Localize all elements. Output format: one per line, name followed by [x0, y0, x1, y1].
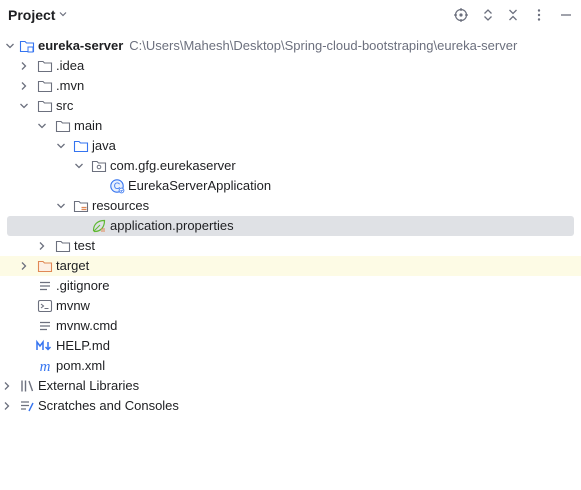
tree-node-label: HELP.md [56, 338, 110, 353]
minimize-icon[interactable] [558, 7, 574, 23]
tree-node-package[interactable]: com.gfg.eurekaserver [0, 156, 581, 176]
tree-node-label: com.gfg.eurekaserver [110, 158, 236, 173]
tree-node-label: main [74, 118, 103, 133]
tree-node-label: src [56, 98, 74, 113]
tree-node-label: External Libraries [38, 378, 140, 393]
tree-node-label: eureka-server C:\Users\Mahesh\Desktop\Spr… [38, 38, 517, 54]
tree-node-label: java [92, 138, 116, 153]
tree-node-target[interactable]: target [0, 256, 581, 276]
module-folder-icon [19, 40, 35, 53]
chevron-right-icon[interactable] [1, 380, 13, 392]
tree-node-root[interactable]: eureka-server C:\Users\Mahesh\Desktop\Spr… [0, 36, 581, 56]
tree-node-mvnw-cmd[interactable]: mvnw.cmd [0, 316, 581, 336]
libraries-icon [21, 380, 34, 392]
project-toolwindow-header: Project [0, 0, 581, 32]
chevron-right-icon[interactable] [1, 400, 13, 412]
tree-node-src[interactable]: src [0, 96, 581, 116]
chevron-down-icon[interactable] [4, 40, 16, 52]
tree-node-label: mvnw.cmd [56, 318, 118, 333]
tree-node-java[interactable]: java [0, 136, 581, 156]
tree-node-mvnw[interactable]: mvnw [0, 296, 581, 316]
tree-node-gitignore[interactable]: .gitignore [0, 276, 581, 296]
chevron-right-icon[interactable] [18, 60, 30, 72]
tree-node-help-md[interactable]: HELP.md [0, 336, 581, 356]
shell-script-icon [37, 299, 53, 313]
tree-node-idea[interactable]: .idea [0, 56, 581, 76]
maven-icon: m [40, 359, 51, 374]
package-icon [91, 160, 107, 173]
tree-node-pom[interactable]: m pom.xml [0, 356, 581, 376]
tree-node-label: Scratches and Consoles [38, 398, 179, 413]
tree-node-external-libraries[interactable]: External Libraries [0, 376, 581, 396]
text-file-icon [40, 281, 50, 291]
tree-node-label: pom.xml [56, 358, 106, 373]
svg-text:m: m [40, 359, 51, 374]
tree-node-label: .gitignore [56, 278, 110, 293]
expand-collapse-icon[interactable] [480, 7, 496, 23]
tree-node-mvn[interactable]: .mvn [0, 76, 581, 96]
chevron-down-icon[interactable] [18, 100, 30, 112]
source-folder-icon [73, 140, 89, 153]
folder-icon [55, 120, 71, 133]
folder-icon [55, 240, 71, 253]
tree-node-label: mvnw [56, 298, 90, 313]
chevron-down-icon[interactable] [55, 140, 67, 152]
folder-icon [37, 80, 53, 93]
tree-node-main[interactable]: main [0, 116, 581, 136]
tree-node-app-properties[interactable]: application.properties [0, 216, 581, 236]
folder-icon [37, 100, 53, 113]
tree-node-label: .mvn [56, 78, 85, 93]
project-tree: eureka-server C:\Users\Mahesh\Desktop\Spr… [0, 36, 581, 416]
spring-properties-icon [92, 219, 106, 233]
chevron-down-icon[interactable] [73, 160, 85, 172]
tree-node-label: application.properties [110, 218, 234, 233]
text-file-icon [40, 321, 50, 331]
locate-icon[interactable] [453, 7, 469, 23]
tree-node-label: resources [92, 198, 150, 213]
resources-folder-icon [73, 200, 89, 213]
chevron-right-icon[interactable] [36, 240, 48, 252]
tree-node-label: target [56, 258, 90, 273]
folder-icon [37, 60, 53, 73]
root-project-path: C:\Users\Mahesh\Desktop\Spring-cloud-boo… [129, 38, 518, 53]
tree-node-label: EurekaServerApplication [128, 178, 272, 193]
chevron-right-icon[interactable] [18, 80, 30, 92]
tree-node-scratches[interactable]: Scratches and Consoles [0, 396, 581, 416]
root-project-name: eureka-server [38, 38, 124, 53]
chevron-down-icon[interactable] [55, 200, 67, 212]
excluded-folder-icon [37, 260, 53, 273]
tree-node-resources[interactable]: resources [0, 196, 581, 216]
collapse-all-icon[interactable] [505, 7, 521, 23]
more-options-icon[interactable] [531, 7, 547, 23]
tree-node-label: test [74, 238, 95, 253]
chevron-right-icon[interactable] [18, 260, 30, 272]
panel-title[interactable]: Project [8, 7, 55, 23]
spring-boot-class-icon: C [110, 179, 125, 194]
tree-node-test[interactable]: test [0, 236, 581, 256]
markdown-icon [36, 339, 52, 351]
tree-node-app-class[interactable]: C EurekaServerApplication [0, 176, 581, 196]
chevron-down-icon[interactable] [36, 120, 48, 132]
chevron-down-icon[interactable] [58, 9, 68, 19]
scratches-icon [21, 401, 34, 412]
tree-node-label: .idea [56, 58, 85, 73]
